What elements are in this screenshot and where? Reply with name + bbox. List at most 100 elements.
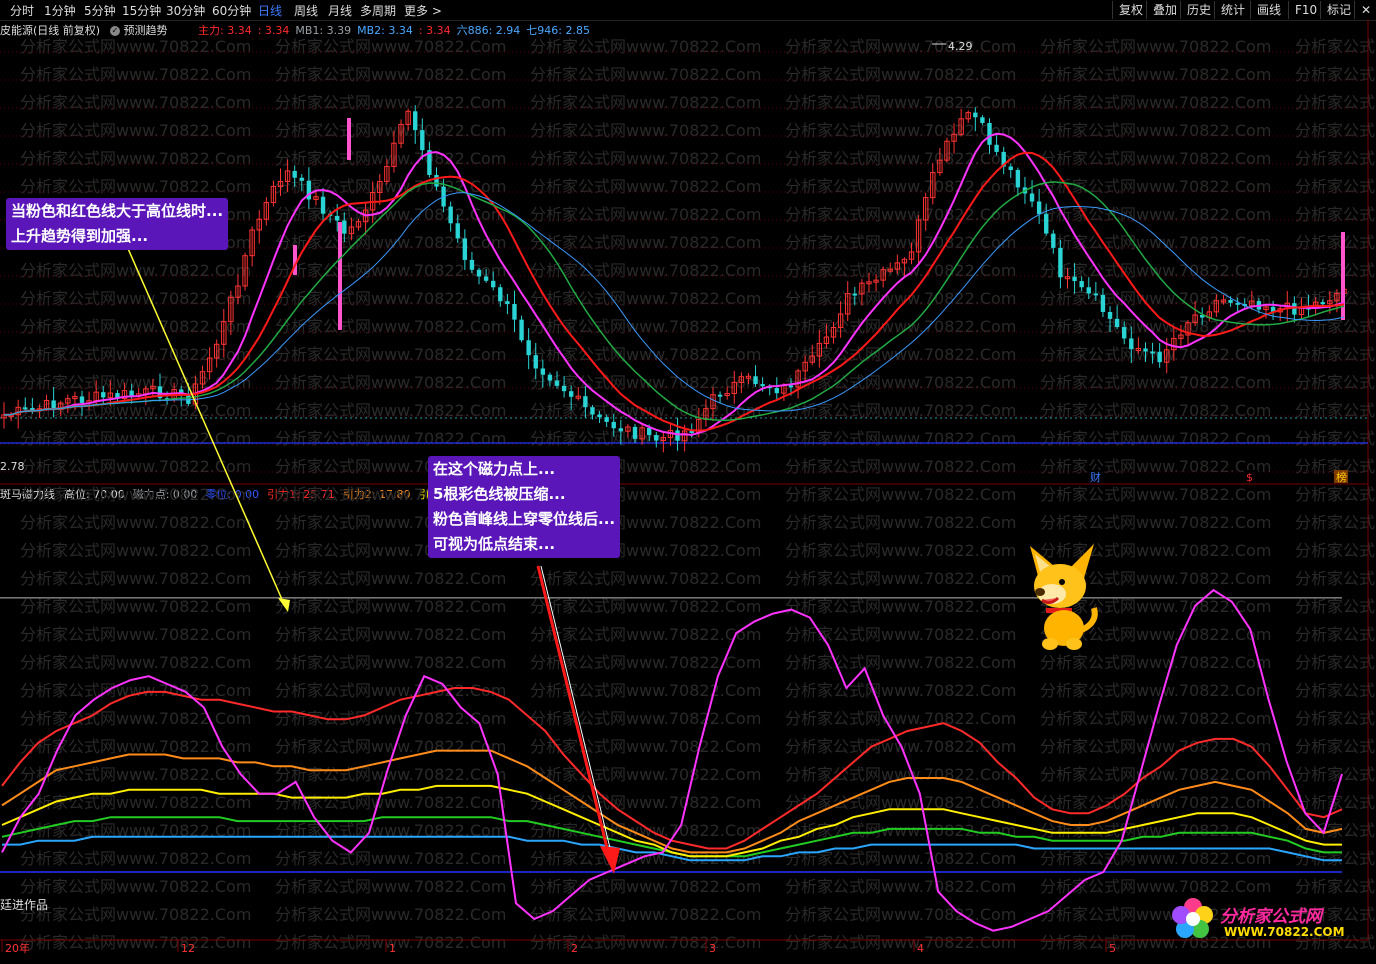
event-marker-1: $ — [1246, 471, 1253, 484]
candle-body — [540, 368, 546, 375]
watermark-text: 分析家公式网www.70822.Com — [20, 485, 251, 504]
candle-body — [1079, 281, 1084, 288]
watermark-text: 分析家公式网www.70822.Com — [785, 541, 1016, 560]
candle-body — [1051, 233, 1056, 248]
watermark-text: 分析家公式网www.70822.Com — [1295, 373, 1376, 392]
candle-body — [717, 394, 723, 397]
candle-body — [129, 390, 134, 396]
candle-body — [753, 376, 758, 385]
candle-body — [505, 301, 510, 305]
candle-body — [987, 122, 992, 145]
candle-body — [973, 112, 978, 118]
watermark-text: 分析家公式网www.70822.Com — [1040, 177, 1271, 196]
signal-bar — [338, 222, 342, 330]
watermark-text: 分析家公式网www.70822.Com — [1040, 373, 1271, 392]
watermark-text: 分析家公式网www.70822.Com — [1295, 513, 1376, 532]
watermark-text: 分析家公式网www.70822.Com — [1040, 121, 1271, 140]
watermark-text: 分析家公式网www.70822.Com — [1295, 569, 1376, 588]
watermark-text: 分析家公式网www.70822.Com — [785, 709, 1016, 728]
author-label: 廷进作品 — [0, 898, 49, 912]
watermark-text: 分析家公式网www.70822.Com — [275, 625, 506, 644]
candle-body — [491, 280, 496, 288]
watermark-text: 分析家公式网www.70822.Com — [530, 121, 761, 140]
candle-body — [335, 215, 340, 221]
watermark-text: 分析家公式网www.70822.Com — [530, 905, 761, 924]
watermark-text: 分析家公式网www.70822.Com — [1040, 457, 1271, 476]
watermark-text: 分析家公式网www.70822.Com — [785, 37, 1016, 56]
callout-magnetic-line-3: 粉色首峰线上穿零位线后... — [433, 510, 616, 528]
watermark-text: 分析家公式网www.70822.Com — [785, 149, 1016, 168]
callout-magnetic-line-2: 5根彩色线被压缩... — [433, 485, 566, 503]
watermark-text: 分析家公式网www.70822.Com — [275, 765, 506, 784]
candle-body — [512, 304, 517, 320]
candle-body — [597, 414, 602, 418]
watermark-text: 分析家公式网www.70822.Com — [1040, 429, 1271, 448]
watermark-text: 分析家公式网www.70822.Com — [20, 37, 251, 56]
x-tick-label-4: 3 — [709, 942, 716, 955]
watermark-text: 分析家公式网www.70822.Com — [275, 653, 506, 672]
watermark-text: 分析家公式网www.70822.Com — [1295, 541, 1376, 560]
watermark-text: 分析家公式网www.70822.Com — [785, 233, 1016, 252]
watermark-text: 分析家公式网www.70822.Com — [530, 597, 761, 616]
watermark-text: 分析家公式网www.70822.Com — [1295, 233, 1376, 252]
candle-body — [483, 276, 489, 281]
watermark-text: 分析家公式网www.70822.Com — [20, 905, 251, 924]
candle-body — [980, 117, 985, 123]
watermark-text: 分析家公式网www.70822.Com — [1295, 653, 1376, 672]
watermark-text: 分析家公式网www.70822.Com — [275, 737, 506, 756]
watermark-text: 分析家公式网www.70822.Com — [530, 345, 761, 364]
candle-body — [79, 396, 85, 403]
watermark-text: 分析家公式网www.70822.Com — [1295, 625, 1376, 644]
candle-body — [526, 340, 531, 356]
watermark-text: 分析家公式网www.70822.Com — [785, 457, 1016, 476]
candle-body — [30, 408, 35, 411]
callout-magnetic-point: 在这个磁力点上... 5根彩色线被压缩... 粉色首峰线上穿零位线后... 可视… — [428, 456, 621, 558]
watermark-text: 分析家公式网www.70822.Com — [1040, 205, 1271, 224]
watermark-text: 分析家公式网www.70822.Com — [1295, 121, 1376, 140]
chart-canvas: 分析家公式网www.70822.Com 分析家公式网www.70822.Com 分析… — [0, 20, 1376, 955]
watermark-text: 分析家公式网www.70822.Com — [1295, 709, 1376, 728]
watermark-text: 分析家公式网www.70822.Com — [785, 177, 1016, 196]
x-tick-label-6: 5 — [1109, 942, 1116, 955]
watermark-text: 分析家公式网www.70822.Com — [275, 849, 506, 868]
watermark-text: 分析家公式网www.70822.Com — [275, 681, 506, 700]
watermark-text: 分析家公式网www.70822.Com — [530, 429, 761, 448]
watermark-text: 分析家公式网www.70822.Com — [530, 681, 761, 700]
callout-magnetic-line-4: 可视为低点结束... — [433, 535, 556, 553]
watermark-text: 分析家公式网www.70822.Com — [785, 121, 1016, 140]
candle-body — [23, 407, 28, 410]
candle-body — [774, 387, 780, 394]
watermark-text: 分析家公式网www.70822.Com — [785, 597, 1016, 616]
event-marker-2: 榜 — [1336, 470, 1347, 484]
callout-uptrend-line-1: 当粉色和红色线大于高位线时... — [11, 202, 224, 220]
watermark-text: 分析家公式网www.70822.Com — [20, 653, 251, 672]
watermark-text: 分析家公式网www.70822.Com — [530, 709, 761, 728]
candle-body — [760, 384, 765, 387]
watermark-text: 分析家公式网www.70822.Com — [785, 877, 1016, 896]
watermark-text: 分析家公式网www.70822.Com — [1040, 345, 1271, 364]
watermark-text: 分析家公式网www.70822.Com — [785, 205, 1016, 224]
x-tick-label-5: 4 — [917, 942, 924, 955]
flower-icon — [1172, 898, 1213, 938]
watermark-text: 分析家公式网www.70822.Com — [785, 933, 1016, 952]
watermark-text: 分析家公式网www.70822.Com — [20, 149, 251, 168]
candle-body — [1292, 303, 1297, 315]
watermark-text: 分析家公式网www.70822.Com — [785, 821, 1016, 840]
watermark-text: 分析家公式网www.70822.Com — [530, 205, 761, 224]
watermark-text: 分析家公式网www.70822.Com — [20, 933, 251, 952]
candle-body — [852, 293, 857, 296]
watermark-text: 分析家公式网www.70822.Com — [1040, 793, 1271, 812]
watermark-text: 分析家公式网www.70822.Com — [530, 93, 761, 112]
candle-body — [611, 421, 616, 429]
watermark-text: 分析家公式网www.70822.Com — [20, 261, 251, 280]
watermark-text: 分析家公式网www.70822.Com — [1295, 681, 1376, 700]
candle-body — [554, 380, 560, 386]
candle-body — [1044, 214, 1049, 234]
watermark-text: 分析家公式网www.70822.Com — [530, 289, 761, 308]
watermark-text: 分析家公式网www.70822.Com — [20, 877, 251, 896]
watermark-text: 分析家公式网www.70822.Com — [1040, 93, 1271, 112]
watermark-text: 分析家公式网www.70822.Com — [275, 65, 506, 84]
logo-url: WWW.70822.COM — [1224, 925, 1345, 939]
candle-body — [1036, 201, 1042, 215]
candle-body — [1072, 276, 1077, 282]
